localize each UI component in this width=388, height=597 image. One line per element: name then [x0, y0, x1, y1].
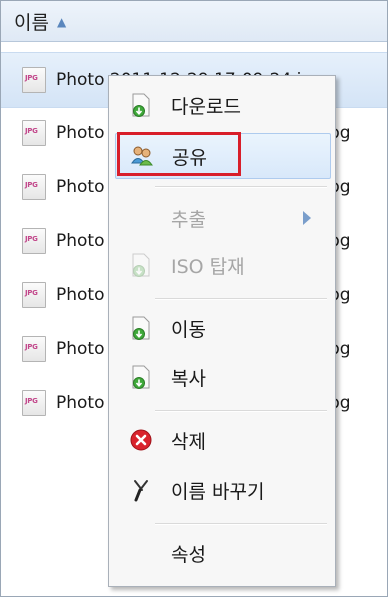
- menu-item-label: 추출: [171, 208, 206, 231]
- sort-ascending-icon: ▲: [56, 15, 67, 29]
- column-header-label: 이름: [14, 11, 49, 34]
- move-icon: [132, 316, 150, 340]
- menu-item-mount-iso[interactable]: ISO 탑재: [115, 243, 329, 287]
- file-name: Photo: [56, 177, 105, 197]
- menu-separator: [155, 186, 327, 188]
- share-highlight-box: [117, 132, 241, 176]
- rename-icon: [134, 480, 148, 502]
- menu-item-label: 삭제: [171, 430, 206, 453]
- jpg-file-icon: JPG: [22, 336, 46, 362]
- jpg-file-icon: JPG: [22, 282, 46, 308]
- menu-item-label: 속성: [171, 543, 206, 566]
- file-name: Photo: [56, 339, 105, 359]
- download-icon: [132, 93, 150, 117]
- jpg-file-icon: JPG: [22, 120, 46, 146]
- file-name: Photo: [56, 285, 105, 305]
- mount-iso-icon: [132, 253, 150, 277]
- delete-icon: [130, 429, 152, 451]
- menu-item-label: 복사: [171, 367, 206, 390]
- file-name: Photo: [56, 123, 105, 143]
- menu-item-rename[interactable]: 이름 바꾸기: [115, 468, 329, 512]
- submenu-arrow-icon: [303, 211, 311, 225]
- jpg-file-icon: JPG: [22, 174, 46, 200]
- menu-item-extract[interactable]: 추출: [115, 196, 329, 240]
- menu-item-delete[interactable]: 삭제: [115, 418, 329, 462]
- menu-separator: [155, 298, 327, 300]
- column-header-name[interactable]: 이름 ▲: [1, 1, 387, 42]
- menu-item-label: 이름 바꾸기: [171, 480, 265, 503]
- menu-separator: [155, 523, 327, 525]
- jpg-file-icon: JPG: [22, 67, 46, 93]
- jpg-file-icon: JPG: [22, 390, 46, 416]
- file-name: Photo: [56, 231, 105, 251]
- jpg-file-icon: JPG: [22, 228, 46, 254]
- menu-separator: [155, 410, 327, 412]
- menu-item-move[interactable]: 이동: [115, 306, 329, 350]
- menu-item-label: ISO 탑재: [171, 255, 245, 278]
- menu-item-properties[interactable]: 속성: [115, 531, 329, 575]
- copy-icon: [132, 365, 150, 389]
- menu-item-label: 다운로드: [171, 95, 241, 118]
- file-name: Photo: [56, 393, 105, 413]
- menu-item-label: 이동: [171, 318, 206, 341]
- menu-item-download[interactable]: 다운로드: [115, 83, 329, 127]
- menu-item-copy[interactable]: 복사: [115, 355, 329, 399]
